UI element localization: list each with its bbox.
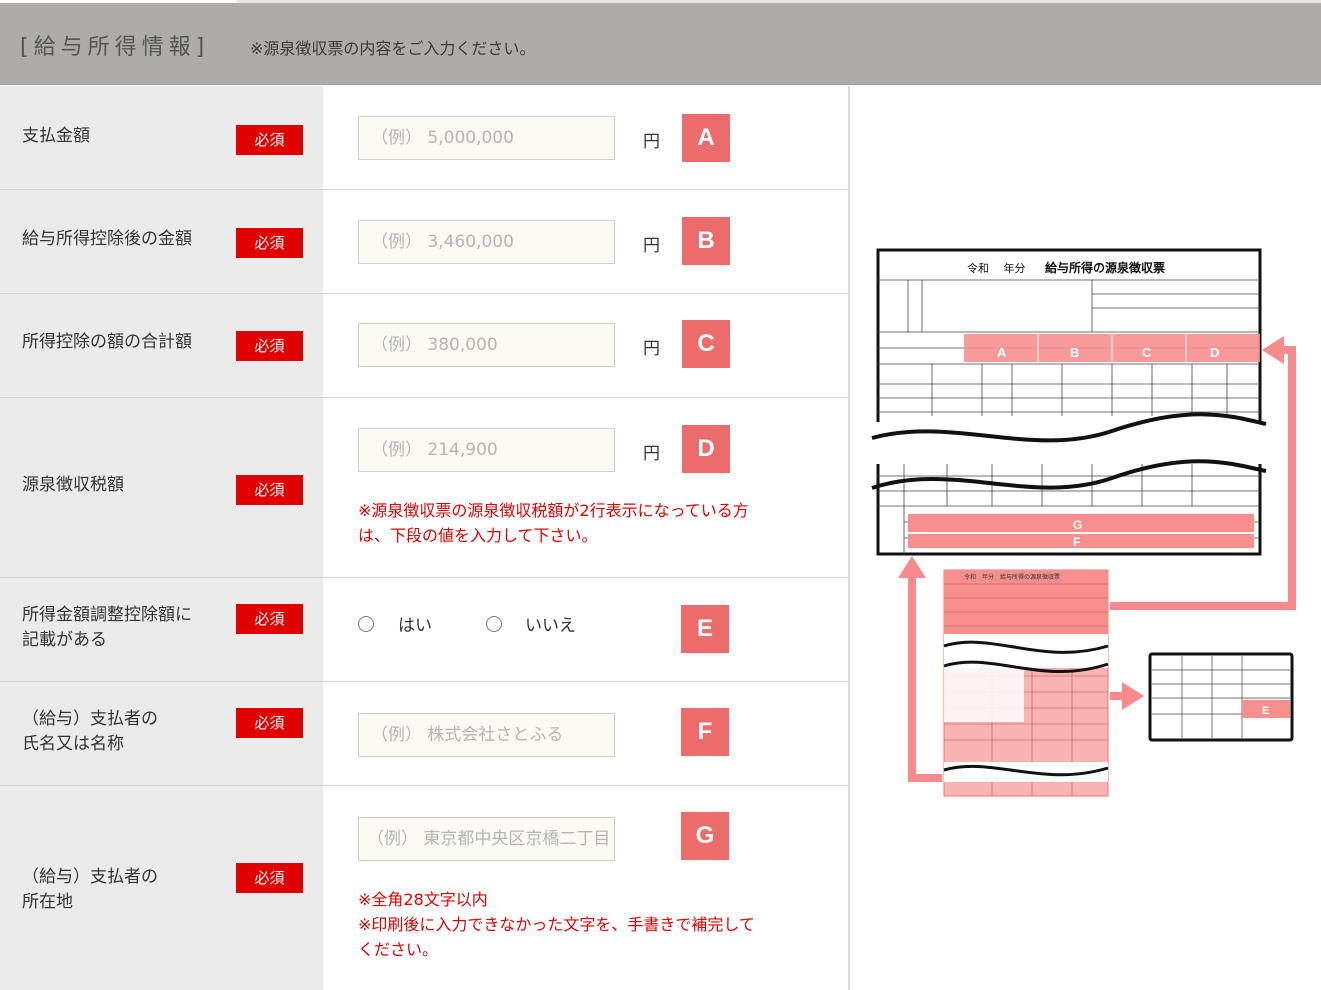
form-row-withholding-tax: 源泉徴収税額 必須 円 D ※源泉徴収票の源泉徴収税額が2行表示になっている方 … [0, 398, 850, 578]
label-line: 氏名又は名称 [22, 734, 124, 754]
form-row-total-deduction: 所得控除の額の合計額 必須 円 C [0, 294, 850, 398]
arrow-left-path [908, 571, 942, 782]
note-line: ください。 [358, 940, 439, 959]
diagram-letter-d: D [1210, 345, 1219, 360]
required-badge: 必須 [236, 475, 303, 505]
slip-era: 令和 年分 [967, 261, 1026, 275]
zoomed-slip: E [1148, 652, 1294, 742]
arrow-head-mid [1122, 682, 1144, 710]
required-badge: 必須 [236, 125, 303, 155]
letter-badge-e: E [681, 605, 729, 653]
label-cell: 源泉徴収税額 必須 [0, 398, 323, 577]
diagram-letter-f: F [1073, 535, 1080, 549]
yen-unit: 円 [643, 339, 660, 359]
yen-unit: 円 [643, 236, 660, 256]
letter-badge-b: B [682, 217, 730, 265]
label-cell: 所得控除の額の合計額 必須 [0, 294, 323, 397]
payer-address-input[interactable] [358, 817, 615, 861]
required-badge: 必須 [236, 708, 303, 738]
label-line: （給与）支払者の [22, 709, 158, 729]
diagram-letter-b: B [1070, 345, 1079, 360]
form-row-payer-name: （給与）支払者の 氏名又は名称 必須 F [0, 682, 850, 786]
label-cell: 給与所得控除後の金額 必須 [0, 190, 323, 293]
diagram-letter-a: A [997, 345, 1007, 360]
payment-amount-input[interactable] [358, 116, 615, 160]
radio-no[interactable] [486, 616, 502, 632]
diagram-letter-e: E [1262, 705, 1269, 717]
payer-name-input[interactable] [358, 713, 615, 757]
note-line: ※印刷後に入力できなかった文字を、手書きで補完して [358, 915, 755, 934]
field-label: 所得控除の額の合計額 [22, 332, 192, 352]
form-row-adjustment-deduction: 所得金額調整控除額に 記載がある 必須 はい いいえ E [0, 578, 850, 682]
letter-badge-a: A [682, 114, 730, 162]
withholding-note: ※源泉徴収票の源泉徴収税額が2行表示になっている方 は、下段の値を入力して下さい… [358, 498, 749, 548]
arrow-head-right [1262, 336, 1284, 364]
label-line: 所在地 [22, 892, 73, 912]
small-slip: 令和 年分 給与所得の源泉徴収票 [943, 569, 1109, 797]
address-note: ※全角28文字以内 ※印刷後に入力できなかった文字を、手書きで補完して ください… [358, 887, 755, 962]
main-slip: 令和 年分 給与所得の源泉徴収票 A B C D G F [871, 248, 1268, 556]
zoomed-slip-frame [1148, 652, 1294, 742]
yen-unit: 円 [643, 444, 660, 464]
radio-yes-label[interactable]: はい [398, 611, 432, 636]
main-slip-frame [876, 248, 1262, 556]
letter-badge-d: D [682, 425, 730, 473]
field-label: （給与）支払者の 氏名又は名称 [22, 707, 158, 757]
label-cell: 支払金額 必須 [0, 86, 323, 189]
label-cell: （給与）支払者の 氏名又は名称 必須 [0, 682, 323, 785]
label-line: 記載がある [22, 630, 107, 650]
highlight-f [908, 534, 1254, 548]
total-deduction-input[interactable] [358, 323, 615, 367]
arrow-head-up [898, 556, 926, 578]
diagram-letter-c: C [1142, 345, 1152, 360]
diagram-svg: 令和 年分 給与所得の源泉徴収票 A B C D G F 令和 年分 給与所得の… [871, 248, 1296, 797]
section-note: ※源泉徴収票の内容をご入力ください。 [250, 39, 536, 58]
form-row-after-deduction: 給与所得控除後の金額 必須 円 B [0, 190, 850, 294]
diagram-letter-g: G [1073, 518, 1082, 532]
break-band [872, 422, 1268, 464]
form-row-payment-amount: 支払金額 必須 円 A [0, 86, 850, 190]
label-line: 所得金額調整控除額に [22, 605, 192, 625]
required-badge: 必須 [236, 863, 303, 893]
slip-title: 給与所得の源泉徴収票 [1045, 260, 1165, 275]
radio-no-label[interactable]: いいえ [525, 611, 576, 636]
note-line: ※源泉徴収票の源泉徴収税額が2行表示になっている方 [358, 501, 749, 520]
field-label: （給与）支払者の 所在地 [22, 865, 158, 915]
label-cell: 所得金額調整控除額に 記載がある 必須 [0, 578, 323, 681]
note-line: は、下段の値を入力して下さい。 [358, 526, 598, 545]
salary-income-form: 支払金額 必須 円 A 給与所得控除後の金額 必須 円 B 所得控除の額の合計額… [0, 86, 850, 990]
form-row-payer-address: （給与）支払者の 所在地 必須 G ※全角28文字以内 ※印刷後に入力できなかっ… [0, 786, 850, 990]
yen-unit: 円 [643, 132, 660, 152]
section-header: [給与所得情報] ※源泉徴収票の内容をご入力ください。 [0, 3, 1321, 85]
section-title: [給与所得情報] [20, 35, 210, 60]
required-badge: 必須 [236, 331, 303, 361]
label-line: （給与）支払者の [22, 867, 158, 887]
field-label: 所得金額調整控除額に 記載がある [22, 603, 192, 653]
letter-badge-c: C [682, 320, 730, 368]
after-deduction-input[interactable] [358, 220, 615, 264]
field-label: 給与所得控除後の金額 [22, 229, 192, 249]
withholding-tax-input[interactable] [358, 428, 615, 472]
required-badge: 必須 [236, 604, 303, 634]
field-label: 源泉徴収税額 [22, 475, 124, 495]
letter-badge-g: G [681, 812, 729, 860]
small-slip-title: 令和 年分 給与所得の源泉徴収票 [964, 573, 1060, 581]
radio-yes[interactable] [358, 616, 374, 632]
letter-badge-f: F [681, 708, 729, 756]
withholding-slip-diagram: 令和 年分 給与所得の源泉徴収票 A B C D G F 令和 年分 給与所得の… [852, 86, 1321, 990]
field-label: 支払金額 [22, 126, 90, 146]
required-badge: 必須 [236, 228, 303, 258]
note-line: ※全角28文字以内 [358, 890, 488, 909]
label-cell: （給与）支払者の 所在地 必須 [0, 786, 323, 990]
